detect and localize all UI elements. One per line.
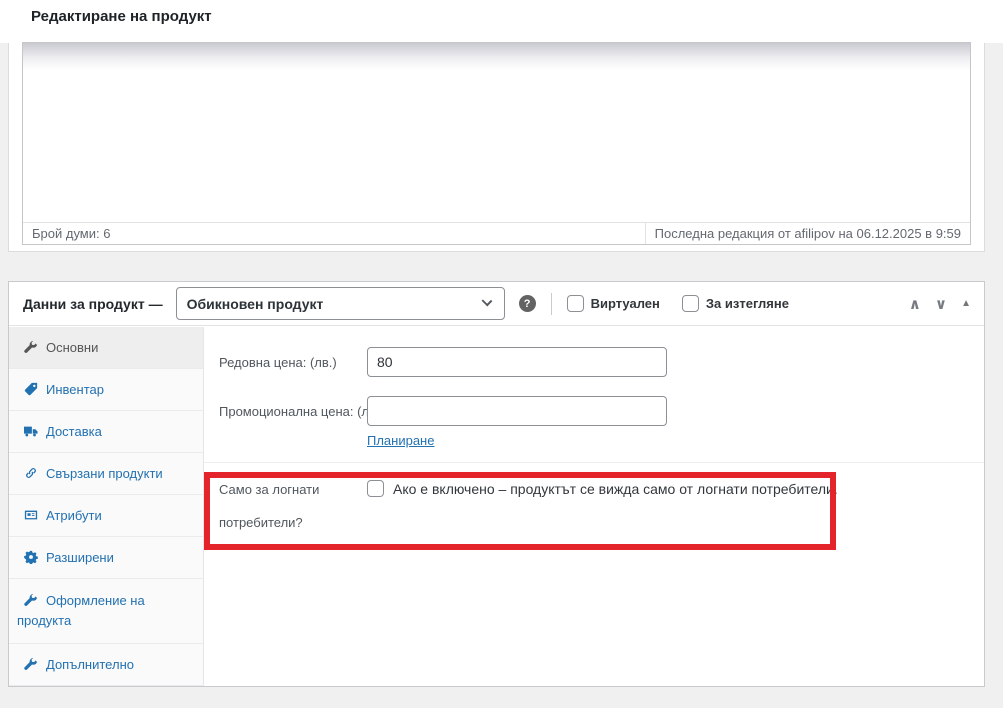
tab-label: Доставка	[46, 424, 102, 439]
truck-icon	[24, 424, 38, 438]
tab-product-layout[interactable]: Оформление на продукта	[9, 579, 203, 644]
tab-inventory[interactable]: Инвентар	[9, 369, 203, 411]
page-header: Редактиране на продукт	[0, 0, 1003, 43]
tab-linked-products[interactable]: Свързани продукти	[9, 453, 203, 495]
toggle-panel-icon[interactable]: ▲	[961, 299, 971, 309]
help-icon[interactable]: ?	[519, 295, 536, 312]
tab-label: Инвентар	[46, 382, 104, 397]
product-data-header: Данни за продукт — Обикновен продукт ? В…	[9, 282, 984, 326]
chevron-down-icon	[481, 296, 492, 307]
tab-shipping[interactable]: Доставка	[9, 411, 203, 453]
metabox-controls: ∧ ∨ ▲	[909, 282, 971, 326]
logged-in-only-description: Ако е включено – продуктът се вижда само…	[393, 473, 838, 539]
sale-price-input[interactable]	[367, 396, 667, 426]
general-tab-panel: Редовна цена: (лв.) Промоционална цена: …	[204, 327, 984, 686]
tab-general[interactable]: Основни	[9, 327, 203, 369]
tab-label: Разширени	[46, 550, 114, 565]
logged-in-only-checkbox[interactable]	[367, 480, 384, 497]
link-icon	[24, 466, 38, 480]
editor-top-shadow	[23, 43, 970, 70]
tab-advanced[interactable]: Разширени	[9, 537, 203, 579]
editor-content-area[interactable]: Брой думи: 6 Последна редакция от afilip…	[22, 42, 971, 245]
tab-label: Допълнително	[46, 657, 134, 672]
schedule-link[interactable]: Планиране	[367, 433, 434, 448]
tab-additional[interactable]: Допълнително	[9, 644, 203, 686]
downloadable-checkbox-group[interactable]: За изтегляне	[682, 295, 789, 312]
product-data-tabs: Основни Инвентар Доставка Свързани проду…	[9, 327, 204, 686]
regular-price-field: Редовна цена: (лв.)	[219, 347, 984, 377]
virtual-checkbox-group[interactable]: Виртуален	[567, 295, 660, 312]
tab-label: Основни	[46, 340, 98, 355]
options-group-divider	[204, 462, 984, 463]
product-data-title: Данни за продукт —	[23, 296, 163, 312]
schedule-row: Планиране	[367, 433, 984, 448]
tag-icon	[24, 382, 38, 396]
header-divider	[551, 293, 552, 315]
tab-label: Свързани продукти	[46, 466, 163, 481]
card-icon	[24, 508, 38, 522]
regular-price-input[interactable]	[367, 347, 667, 377]
tab-label: Атрибути	[46, 508, 102, 523]
editor-status-bar: Брой думи: 6 Последна редакция от afilip…	[23, 222, 970, 244]
word-count: Брой думи: 6	[23, 223, 119, 244]
product-data-metabox: Данни за продукт — Обикновен продукт ? В…	[8, 281, 985, 687]
downloadable-checkbox-label: За изтегляне	[706, 296, 789, 311]
chevron-down-icon[interactable]: ∨	[935, 297, 947, 312]
logged-in-only-label: Само за логнати потребители?	[219, 473, 367, 539]
downloadable-checkbox[interactable]	[682, 295, 699, 312]
virtual-checkbox[interactable]	[567, 295, 584, 312]
wrench-icon	[24, 593, 38, 607]
sale-price-label: Промоционална цена: (лв.)	[219, 396, 367, 426]
page-title: Редактиране на продукт	[31, 8, 212, 25]
last-edited-info: Последна редакция от afilipov на 06.12.2…	[645, 223, 970, 244]
regular-price-label: Редовна цена: (лв.)	[219, 347, 367, 377]
product-type-select[interactable]: Обикновен продукт	[176, 287, 505, 320]
wrench-icon	[24, 657, 38, 671]
logged-in-only-field: Само за логнати потребители? Ако е включ…	[219, 473, 984, 539]
virtual-checkbox-label: Виртуален	[591, 296, 660, 311]
wrench-icon	[24, 340, 38, 354]
sale-price-field: Промоционална цена: (лв.)	[219, 396, 984, 426]
product-data-body: Основни Инвентар Доставка Свързани проду…	[9, 327, 984, 686]
chevron-up-icon[interactable]: ∧	[909, 297, 921, 312]
tab-attributes[interactable]: Атрибути	[9, 495, 203, 537]
gear-icon	[24, 550, 38, 564]
product-type-value: Обикновен продукт	[187, 296, 324, 312]
content-editor-box: Брой думи: 6 Последна редакция от afilip…	[8, 43, 985, 252]
